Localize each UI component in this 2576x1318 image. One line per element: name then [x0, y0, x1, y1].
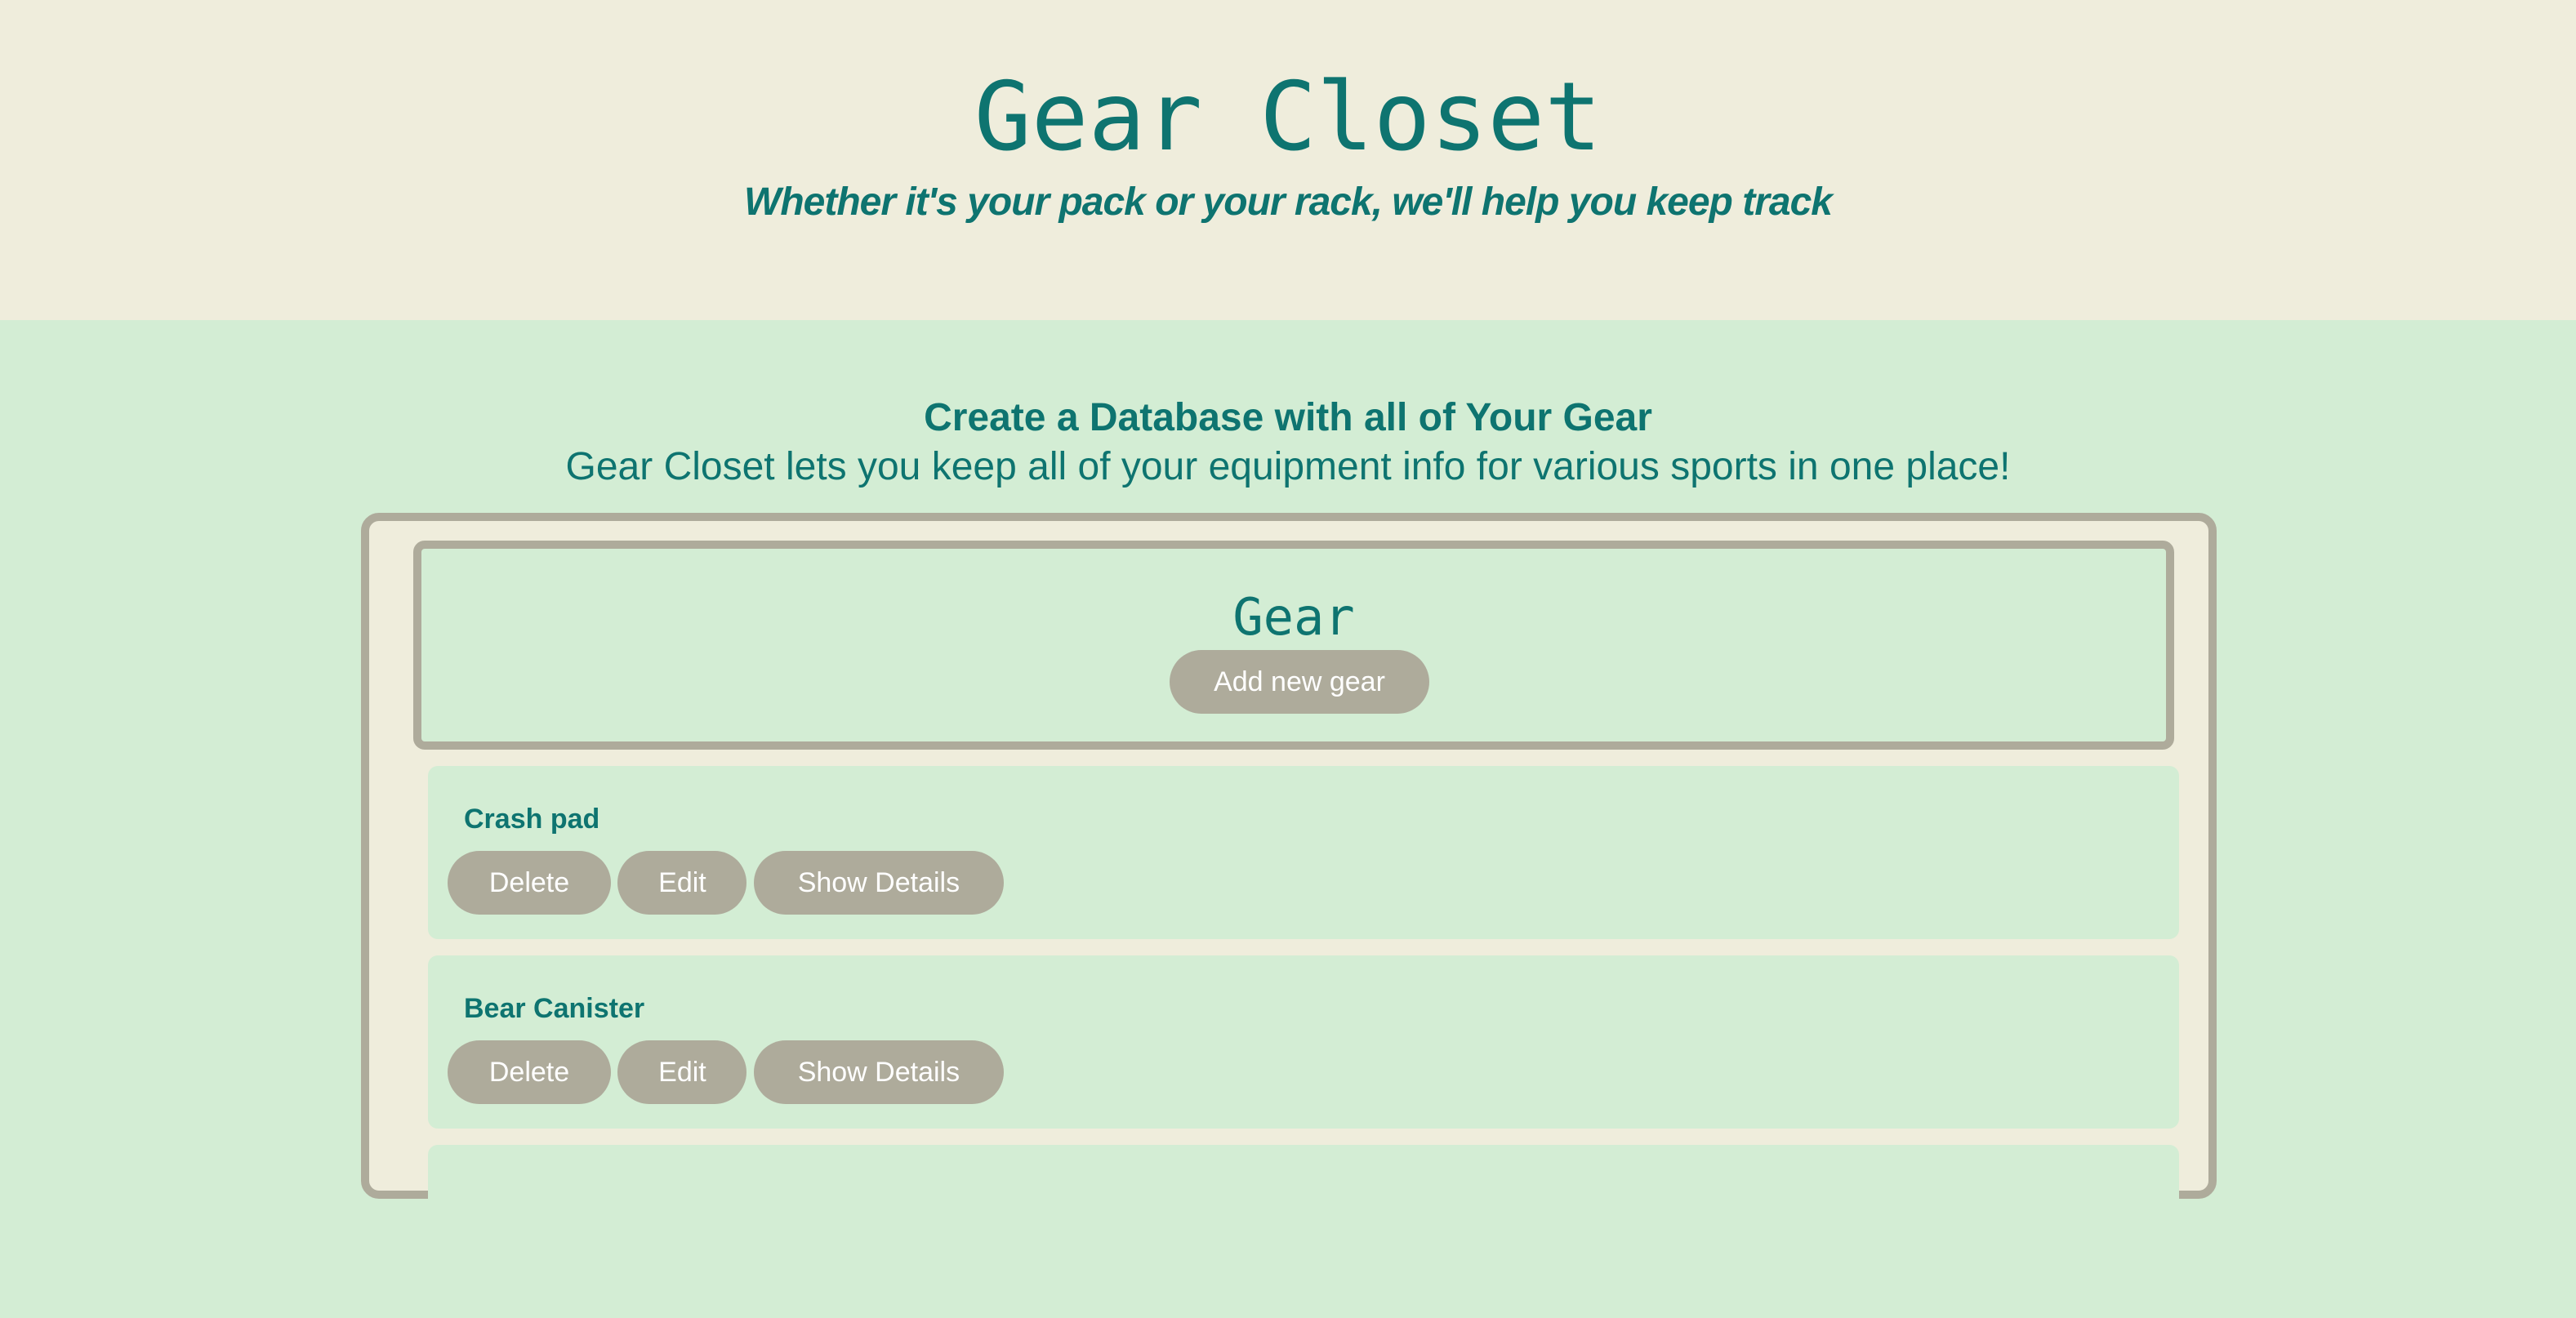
edit-button[interactable]: Edit [617, 1040, 747, 1104]
gear-item [428, 1145, 2179, 1318]
intro-heading: Create a Database with all of Your Gear [924, 396, 1652, 439]
gear-item: Bear Canister Delete Edit Show Details [428, 955, 2179, 1129]
gear-panel: Gear Add new gear Crash pad Delete Edit … [361, 513, 2217, 1318]
main-section: Create a Database with all of Your Gear … [0, 320, 2576, 1318]
gear-item-name: Crash pad [464, 804, 600, 835]
tagline: Whether it's your pack or your rack, we'… [744, 180, 1833, 224]
show-details-button[interactable]: Show Details [753, 1040, 1004, 1104]
gear-item-actions: Delete Edit Show Details [448, 851, 1007, 915]
delete-button[interactable]: Delete [448, 851, 611, 915]
gear-item-actions: Delete Edit Show Details [448, 1040, 1007, 1104]
delete-button[interactable]: Delete [448, 1040, 611, 1104]
show-details-button[interactable]: Show Details [753, 851, 1004, 915]
add-new-gear-button[interactable]: Add new gear [1170, 650, 1429, 714]
edit-button[interactable]: Edit [617, 851, 747, 915]
gear-header: Gear Add new gear [413, 541, 2174, 750]
intro-text: Gear Closet lets you keep all of your eq… [565, 445, 2011, 488]
site-header: Gear Closet Whether it's your pack or yo… [0, 0, 2576, 320]
gear-item: Crash pad Delete Edit Show Details [428, 766, 2179, 939]
app-title: Gear Closet [974, 62, 1602, 172]
gear-title: Gear [1232, 587, 1355, 647]
gear-item-name: Bear Canister [464, 993, 645, 1024]
